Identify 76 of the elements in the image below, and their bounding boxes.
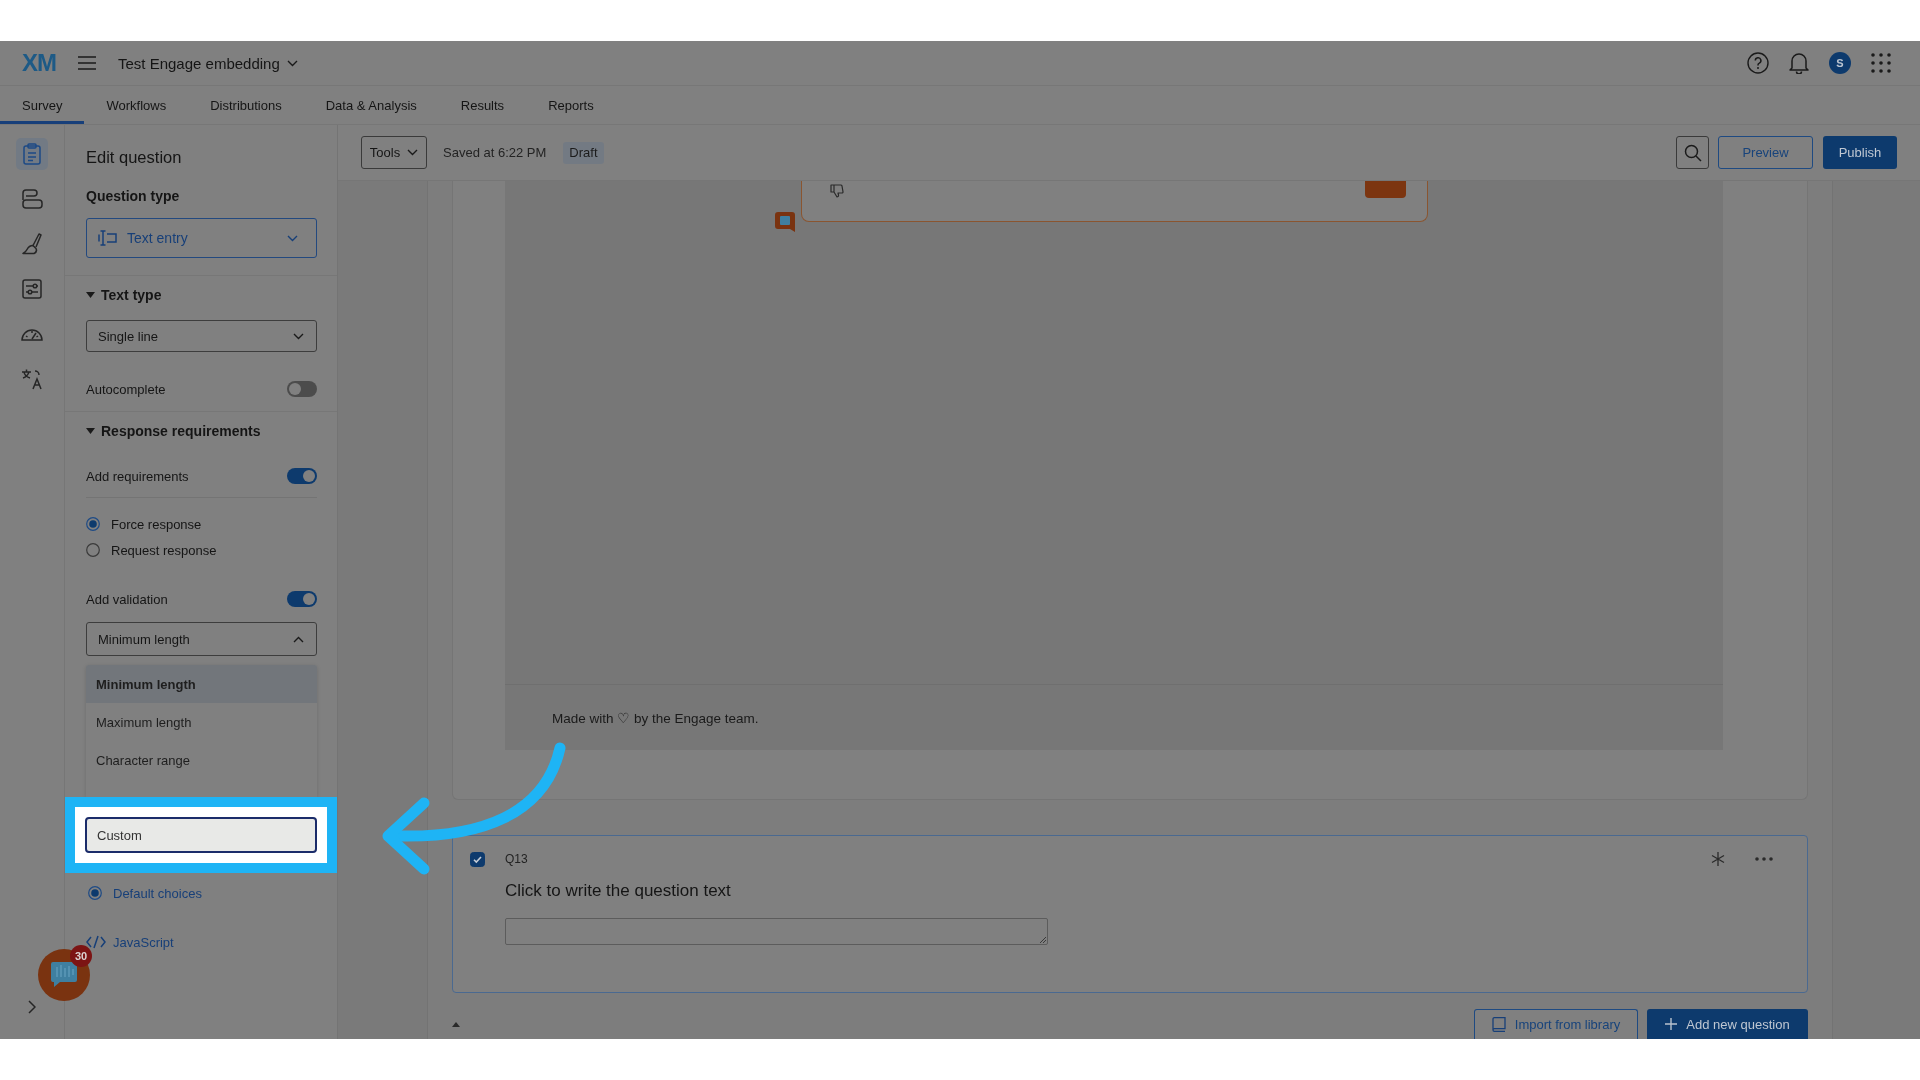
caret-down-icon [86, 428, 95, 434]
question-number: Q13 [505, 852, 528, 866]
chevron-down-icon [407, 149, 419, 156]
menu-option[interactable]: Character range [86, 741, 317, 779]
text-type-dropdown[interactable]: Single line [86, 320, 317, 352]
text-cursor-icon [98, 230, 118, 246]
section-header[interactable]: Text type [86, 284, 162, 306]
question-text[interactable]: Click to write the question text [505, 881, 731, 901]
apps-grid-icon[interactable] [1871, 53, 1891, 73]
nav-tab[interactable]: Results [438, 86, 527, 124]
chevron-down-icon [287, 234, 298, 242]
section-heading: Question type [86, 187, 180, 206]
plus-icon [1665, 1018, 1678, 1030]
radio-button[interactable] [86, 543, 100, 557]
toggle-label: Add requirements [86, 468, 189, 484]
translate-icon [21, 368, 43, 390]
chevron-up-icon [293, 635, 304, 643]
user-avatar[interactable]: S [1829, 52, 1851, 74]
section-header[interactable]: Response requirements [86, 420, 261, 442]
sliders-icon [22, 279, 42, 299]
javascript-link[interactable]: JavaScript [113, 934, 174, 950]
chat-avatar-icon [775, 212, 795, 232]
menu-option[interactable]: Custom [85, 817, 317, 853]
search-icon [1683, 143, 1702, 162]
toggle-label: Add validation [86, 591, 168, 607]
menu-icon[interactable] [78, 56, 96, 70]
nav-tab[interactable]: Data & Analysis [303, 86, 439, 124]
nav-tab[interactable]: Distributions [188, 86, 304, 124]
radio-button[interactable] [86, 517, 100, 531]
chevron-down-icon [293, 332, 304, 340]
question-type-dropdown[interactable]: Text entry [86, 218, 317, 258]
tools-dropdown[interactable]: Tools [361, 136, 427, 169]
save-status: Saved at 6:22 PM [443, 145, 547, 160]
help-icon[interactable] [1747, 52, 1769, 74]
caret-down-icon [86, 292, 95, 298]
asterisk-icon[interactable] [1710, 851, 1726, 867]
chevron-right-icon[interactable] [28, 1000, 36, 1014]
brush-icon [22, 233, 42, 255]
default-choices-link[interactable]: Default choices [113, 885, 202, 901]
toggle-switch[interactable] [287, 468, 317, 484]
nav-tab[interactable]: Survey [0, 86, 85, 124]
add-question-button[interactable]: Add new question [1647, 1009, 1808, 1039]
toggle-switch[interactable] [287, 591, 317, 607]
checkbox[interactable] [470, 851, 485, 867]
radio-label: Force response [111, 516, 202, 532]
radio-button[interactable] [88, 886, 102, 900]
more-options-icon[interactable] [1755, 857, 1773, 861]
validation-dropdown[interactable]: Minimum length [86, 622, 317, 656]
radio-label: Request response [111, 542, 217, 558]
nav-tab[interactable]: Reports [526, 86, 616, 124]
nav-tab[interactable]: Workflows [84, 86, 189, 124]
project-title-dropdown[interactable]: Test Engage embedding [118, 51, 298, 75]
menu-option[interactable]: Minimum length [86, 665, 317, 703]
gauge-icon [21, 327, 43, 341]
thumbs-down-icon[interactable] [830, 184, 844, 198]
chevron-down-icon [286, 59, 298, 67]
toggle-label: Autocomplete [86, 381, 166, 397]
book-icon [1491, 1017, 1506, 1032]
menu-option[interactable]: Maximum length [86, 703, 317, 741]
footer-text: Made with ♡ by the Engage team. [552, 709, 759, 726]
caret-up-icon[interactable] [452, 1021, 460, 1027]
publish-button[interactable]: Publish [1823, 136, 1897, 169]
search-button[interactable] [1676, 136, 1709, 169]
sidebar-button[interactable] [16, 138, 48, 170]
code-icon [86, 935, 106, 949]
preview-button[interactable]: Preview [1718, 136, 1813, 169]
clipboard-icon [22, 143, 42, 165]
toggle-switch[interactable] [287, 381, 317, 397]
status-badge: Draft [563, 141, 604, 164]
panel-title: Edit question [86, 147, 182, 168]
resize-grip-icon[interactable] [1039, 936, 1046, 943]
import-button[interactable]: Import from library [1474, 1009, 1638, 1039]
blocks-icon [21, 188, 43, 210]
bell-icon[interactable] [1789, 52, 1809, 74]
question-card[interactable]: Q13 Click to write the question text [452, 835, 1808, 993]
chat-launcher-button[interactable] [38, 949, 90, 1001]
